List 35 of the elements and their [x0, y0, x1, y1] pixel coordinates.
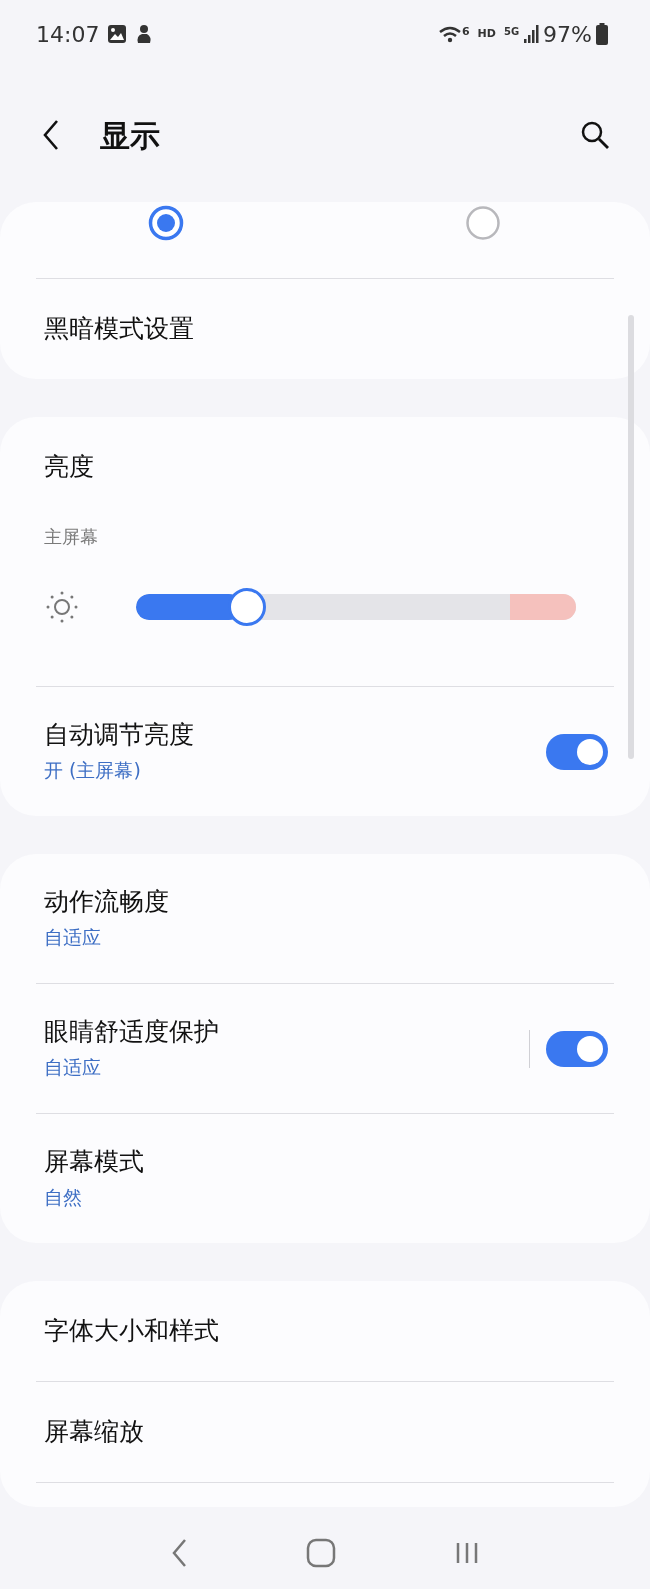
setting-title[interactable]: 动作流畅度 [44, 885, 606, 919]
toggle-switch[interactable] [546, 733, 608, 770]
search-button[interactable] [580, 120, 610, 150]
signal-icon [523, 24, 540, 44]
section-heading: 亮度 [44, 450, 94, 483]
network-label: 5G [503, 24, 520, 39]
setting-title[interactable]: 屏幕模式 [44, 1145, 606, 1179]
search-icon [580, 120, 610, 150]
radio-button[interactable] [464, 204, 502, 242]
toggle-switch[interactable] [546, 1030, 608, 1067]
clock-time: 14:07 [36, 20, 100, 49]
back-button[interactable] [42, 119, 60, 151]
setting-value: 自然 [44, 1185, 83, 1211]
setting-title[interactable]: 屏幕缩放 [44, 1415, 606, 1449]
wifi-tag: 6 [461, 24, 470, 41]
wifi-icon [437, 24, 462, 44]
back-icon [42, 119, 60, 151]
slider-label: 主屏幕 [44, 525, 99, 549]
setting-value: 自适应 [44, 925, 102, 951]
image-icon [107, 24, 128, 44]
setting-title[interactable]: 黑暗模式设置 [44, 312, 606, 346]
home-icon [306, 1538, 336, 1568]
setting-title[interactable]: 眼睛舒适度保护 [44, 1015, 529, 1049]
brightness-slider[interactable] [136, 588, 576, 626]
setting-value: 开 (主屏幕) [44, 758, 142, 784]
battery-percent: 97% [543, 20, 592, 49]
battery-icon [596, 23, 608, 45]
setting-title[interactable]: 自动调节亮度 [44, 718, 546, 752]
setting-title[interactable]: 字体大小和样式 [44, 1314, 606, 1348]
setting-value: 自适应 [44, 1055, 102, 1081]
hd-label: HD [477, 25, 496, 42]
page-title: 显示 [100, 116, 160, 155]
radio-button[interactable] [147, 204, 185, 242]
brightness-icon [44, 589, 80, 625]
home-button[interactable] [306, 1538, 336, 1568]
